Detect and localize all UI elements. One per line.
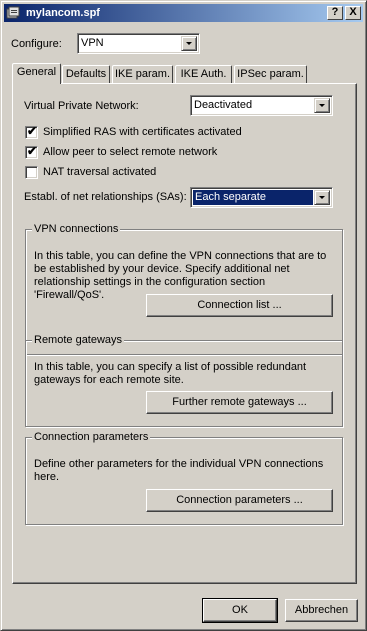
chevron-down-icon[interactable]: [314, 98, 330, 113]
tab-ike-auth[interactable]: IKE Auth.: [175, 65, 232, 83]
close-button[interactable]: X: [345, 6, 361, 20]
configure-value: VPN: [81, 37, 104, 49]
vpn-value: Deactivated: [194, 99, 253, 111]
help-button[interactable]: ?: [327, 6, 343, 20]
remote-gateways-text: In this table, you can specify a list of…: [34, 361, 307, 386]
allow-peer-label[interactable]: Allow peer to select remote network: [43, 146, 217, 159]
chevron-down-icon[interactable]: [314, 190, 330, 205]
connection-parameters-text: Define other parameters for the individu…: [34, 458, 324, 483]
vpn-label: Virtual Private Network:: [24, 100, 139, 112]
connection-parameters-button[interactable]: Connection parameters ...: [146, 489, 333, 512]
tab-defaults[interactable]: Defaults: [62, 65, 110, 83]
allow-peer-checkbox[interactable]: ✔: [25, 144, 38, 159]
checkmark-icon: ✔: [27, 144, 38, 158]
vpn-connections-title: VPN connections: [32, 222, 121, 236]
connection-parameters-title: Connection parameters: [32, 430, 151, 444]
sa-label: Establ. of net relationships (SAs):: [24, 191, 187, 203]
remote-gateways-title: Remote gateways: [32, 333, 125, 347]
tab-general[interactable]: General: [12, 63, 61, 84]
nat-traversal-checkbox[interactable]: [25, 166, 38, 179]
chevron-down-icon[interactable]: [181, 36, 197, 51]
dialog-window: mylancom.spf ? X Configure: VPN General …: [0, 0, 367, 631]
title-bar[interactable]: mylancom.spf ? X: [4, 4, 363, 22]
sa-value: Each separate: [193, 190, 313, 205]
window-title: mylancom.spf: [26, 7, 100, 19]
connection-list-button[interactable]: Connection list ...: [146, 294, 333, 317]
ok-button[interactable]: OK: [202, 598, 278, 623]
further-remote-gateways-button[interactable]: Further remote gateways ...: [146, 391, 333, 414]
simplified-ras-label[interactable]: Simplified RAS with certificates activat…: [43, 126, 242, 139]
sa-select[interactable]: Each separate: [190, 187, 333, 208]
checkmark-icon: ✔: [27, 124, 38, 138]
simplified-ras-checkbox[interactable]: ✔: [25, 124, 38, 139]
tab-ike-param[interactable]: IKE param.: [112, 65, 173, 83]
configure-select[interactable]: VPN: [77, 33, 200, 54]
tab-ipsec-param[interactable]: IPSec param.: [234, 65, 307, 83]
configure-label: Configure:: [11, 38, 62, 50]
vpn-select[interactable]: Deactivated: [190, 95, 333, 116]
nat-traversal-label[interactable]: NAT traversal activated: [43, 166, 156, 179]
cancel-button[interactable]: Abbrechen: [285, 599, 358, 622]
app-icon: [6, 6, 20, 19]
